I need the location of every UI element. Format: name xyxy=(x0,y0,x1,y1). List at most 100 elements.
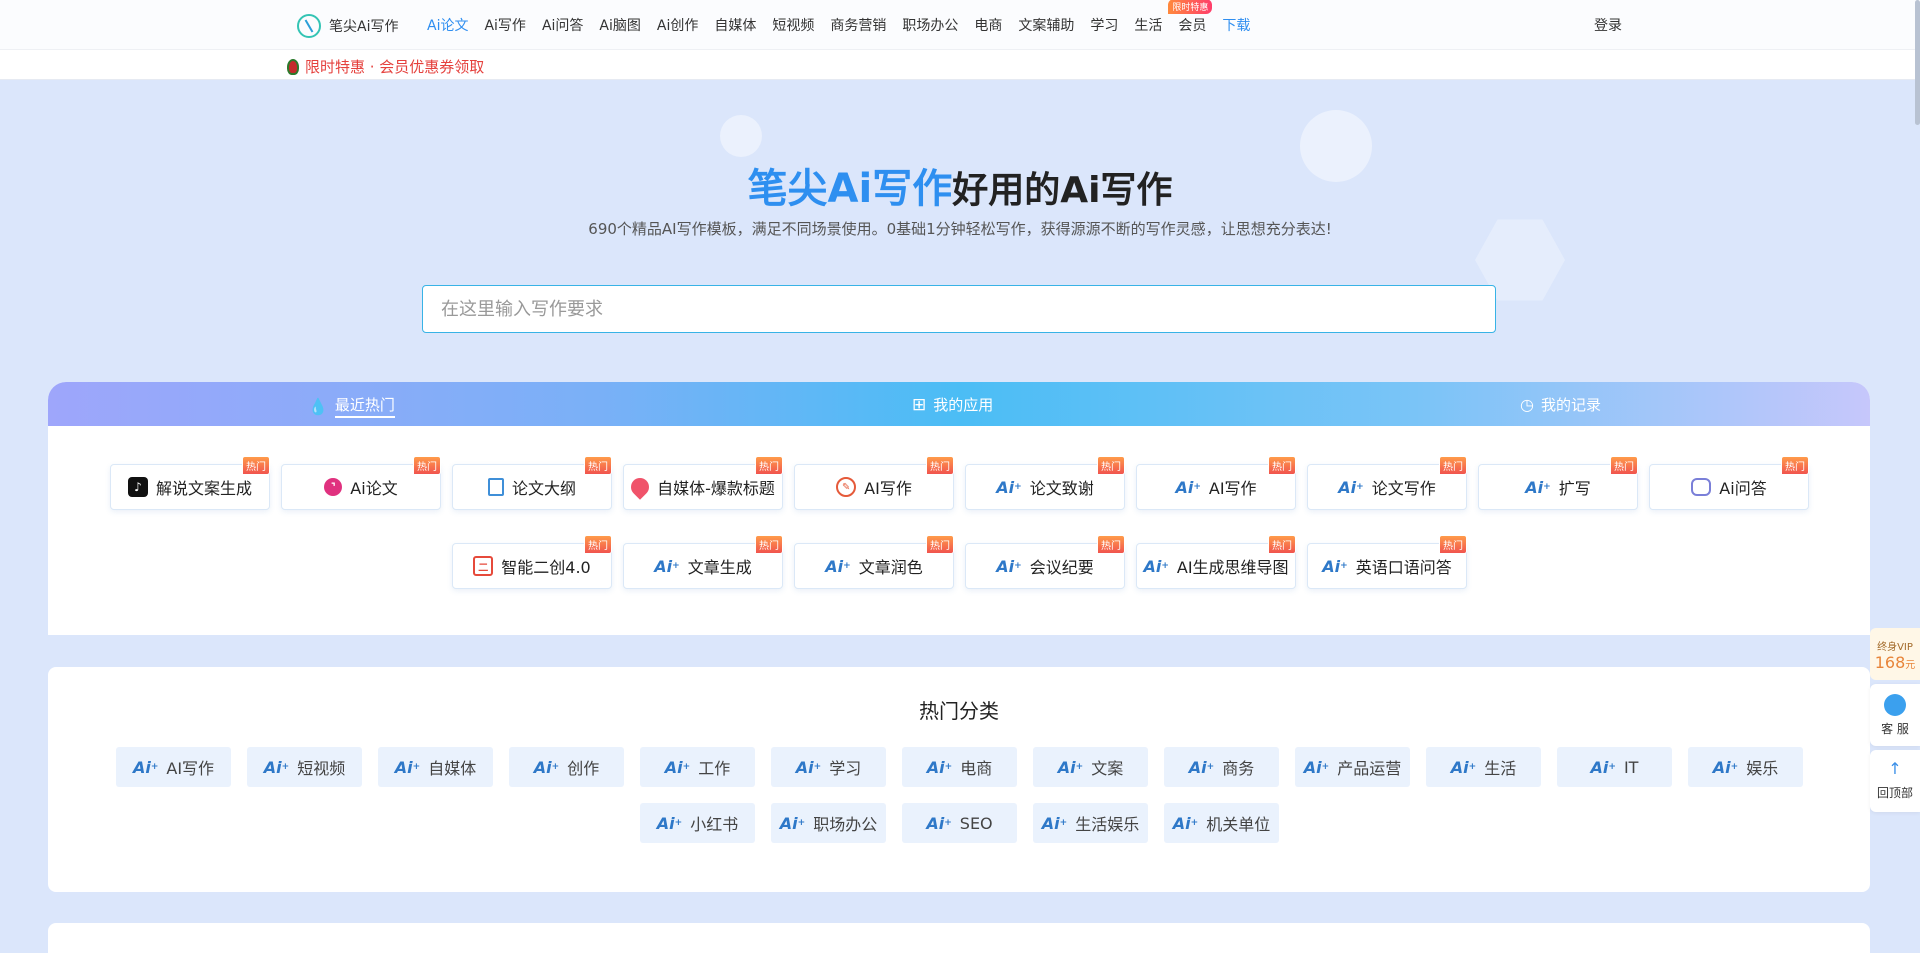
hot-item[interactable]: Ai + 论文致谢 热门 xyxy=(965,456,1125,510)
category-label: 电商 xyxy=(960,759,993,778)
hot-item[interactable]: 自媒体-爆款标题 热门 xyxy=(623,456,783,510)
paper-icon: ⌝ xyxy=(324,478,343,496)
nav-item-ai-paper[interactable]: Ai论文 xyxy=(427,15,468,35)
site-logo[interactable]: 笔尖Ai写作 xyxy=(297,14,398,38)
hot-badge: 热门 xyxy=(1097,456,1125,475)
hot-item[interactable]: ⌝ Ai论文 热门 xyxy=(281,456,441,510)
ai-icon: Ai + xyxy=(1322,556,1348,576)
category-item[interactable]: Ai + 机关单位 xyxy=(1164,803,1279,843)
category-label: 工作 xyxy=(698,759,731,778)
nav-item-life[interactable]: 生活 xyxy=(1134,15,1162,35)
hot-badge: 热门 xyxy=(1097,535,1125,554)
hot-item[interactable]: Ai + 文章润色 热门 xyxy=(794,535,954,589)
nav-item-office[interactable]: 职场办公 xyxy=(902,15,958,35)
ai-icon: Ai + xyxy=(1143,556,1169,576)
hot-badge: 热门 xyxy=(926,535,954,554)
category-item[interactable]: Ai + 职场办公 xyxy=(771,803,886,843)
ai-icon: Ai + xyxy=(1450,757,1477,777)
ai-icon: Ai + xyxy=(1175,477,1201,497)
hot-item[interactable]: Ai + 会议纪要 热门 xyxy=(965,535,1125,589)
login-link[interactable]: 登录 xyxy=(1594,15,1622,35)
category-item[interactable]: Ai + 电商 xyxy=(902,747,1017,787)
category-label: 短视频 xyxy=(297,759,346,778)
nav-item-ai-create[interactable]: Ai创作 xyxy=(657,15,698,35)
tiktok-icon: ♪ xyxy=(127,477,148,497)
hot-item-label: 论文大纲 xyxy=(511,479,576,498)
hot-item-label: 智能二创4.0 xyxy=(501,558,591,577)
nav-item-download[interactable]: 下载 xyxy=(1222,15,1250,35)
hero-subtitle: 690个精品AI写作模板，满足不同场景使用。0基础1分钟轻松写作，获得源源不断的… xyxy=(588,220,1332,238)
hot-badge: 热门 xyxy=(584,535,612,554)
nav-item-ai-qa[interactable]: Ai问答 xyxy=(542,15,583,35)
scrollbar-thumb[interactable] xyxy=(1915,0,1920,125)
promo-link[interactable]: 限时特惠 · 会员优惠券领取 xyxy=(287,56,484,77)
hot-badge: 热门 xyxy=(1268,535,1296,554)
tab-my-apps[interactable]: ⊞ 我的应用 xyxy=(912,394,993,415)
hot-item[interactable]: Ai + 论文写作 热门 xyxy=(1307,456,1467,510)
category-item[interactable]: Ai + 生活 xyxy=(1426,747,1541,787)
ai-icon: Ai + xyxy=(779,813,806,833)
category-label: 机关单位 xyxy=(1206,815,1271,834)
nav-item-ai-writing[interactable]: Ai写作 xyxy=(484,15,525,35)
hot-item[interactable]: ✎ AI写作 热门 xyxy=(794,456,954,510)
nav-item-short-video[interactable]: 短视频 xyxy=(772,15,814,35)
nav-item-ai-mindmap[interactable]: Ai脑图 xyxy=(599,15,640,35)
nav-item-vip[interactable]: 限时特惠 会员 xyxy=(1168,0,1213,35)
ai-icon: Ai + xyxy=(1303,757,1330,777)
tab-my-records[interactable]: ◷ 我的记录 xyxy=(1520,394,1601,415)
hot-item[interactable]: Ai + AI写作 热门 xyxy=(1136,456,1296,510)
clock-icon: ◷ xyxy=(1520,395,1534,414)
hot-badge: 热门 xyxy=(1781,456,1809,475)
back-to-top-button[interactable]: ↑ 回顶部 xyxy=(1870,750,1920,812)
category-label: 文案 xyxy=(1091,759,1124,778)
hot-item[interactable]: Ai + AI生成思维导图 热门 xyxy=(1136,535,1296,589)
category-item[interactable]: Ai + 生活娱乐 xyxy=(1033,803,1148,843)
writing-request-input[interactable] xyxy=(422,285,1496,333)
arrow-up-icon: ↑ xyxy=(1888,759,1902,778)
hot-item[interactable]: 二 智能二创4.0 热门 xyxy=(452,535,612,589)
hot-item[interactable]: ♪ 解说文案生成 热门 xyxy=(110,456,270,510)
top-navigation: 笔尖Ai写作 Ai论文 Ai写作 Ai问答 Ai脑图 Ai创作 自媒体 短视频 … xyxy=(0,0,1920,50)
category-item[interactable]: Ai + 小红书 xyxy=(640,803,755,843)
hot-item[interactable]: Ai问答 热门 xyxy=(1649,456,1809,510)
vip-price-value: 168 xyxy=(1874,653,1906,672)
category-item[interactable]: Ai + 文案 xyxy=(1033,747,1148,787)
tab-recent-hot[interactable]: 💧 最近热门 xyxy=(308,394,395,418)
back-to-top-label: 回顶部 xyxy=(1876,786,1913,800)
lifetime-vip-promo[interactable]: 终身VIP 168元 xyxy=(1870,628,1920,680)
category-item[interactable]: Ai + 商务 xyxy=(1164,747,1279,787)
category-item[interactable]: Ai + 产品运营 xyxy=(1295,747,1410,787)
hot-item-label: 论文致谢 xyxy=(1029,479,1094,498)
customer-service-button[interactable]: 客 服 xyxy=(1870,684,1920,746)
category-item[interactable]: Ai + SEO xyxy=(902,803,1017,843)
hot-item[interactable]: Ai + 扩写 热门 xyxy=(1478,456,1638,510)
category-item[interactable]: Ai + 娱乐 xyxy=(1688,747,1803,787)
category-item[interactable]: Ai + IT xyxy=(1557,747,1672,787)
ai-icon: Ai + xyxy=(394,757,421,777)
category-item[interactable]: Ai + 创作 xyxy=(509,747,624,787)
ai-icon: Ai + xyxy=(1338,477,1364,497)
nav-item-copywriting[interactable]: 文案辅助 xyxy=(1018,15,1074,35)
category-item[interactable]: Ai + 学习 xyxy=(771,747,886,787)
hot-categories-panel: 热门分类 Ai + AI写作 Ai + 短视频 Ai + 自媒体 Ai + 创作 Ai + 工作 A… xyxy=(48,667,1870,892)
category-item[interactable]: Ai + 工作 xyxy=(640,747,755,787)
category-item[interactable]: Ai + 自媒体 xyxy=(378,747,493,787)
hot-item[interactable]: Ai + 文章生成 热门 xyxy=(623,535,783,589)
category-item[interactable]: Ai + 短视频 xyxy=(247,747,362,787)
logo-icon xyxy=(297,14,321,38)
hot-item[interactable]: 论文大纲 热门 xyxy=(452,456,612,510)
write-icon: ✎ xyxy=(836,477,857,497)
nav-item-business-marketing[interactable]: 商务营销 xyxy=(830,15,886,35)
category-item[interactable]: Ai + AI写作 xyxy=(116,747,231,787)
vip-price-unit: 元 xyxy=(1905,660,1916,671)
vip-price: 168元 xyxy=(1870,653,1920,672)
tab-label: 我的应用 xyxy=(933,396,994,414)
category-label: 小红书 xyxy=(690,815,739,834)
hot-item[interactable]: Ai + 英语口语问答 热门 xyxy=(1307,535,1467,589)
nav-item-study[interactable]: 学习 xyxy=(1090,15,1118,35)
hot-item-label: AI写作 xyxy=(864,479,912,498)
nav-item-ecommerce[interactable]: 电商 xyxy=(974,15,1002,35)
nav-item-self-media[interactable]: 自媒体 xyxy=(714,15,756,35)
category-label: IT xyxy=(1623,757,1639,777)
ai-icon: Ai + xyxy=(263,757,290,777)
